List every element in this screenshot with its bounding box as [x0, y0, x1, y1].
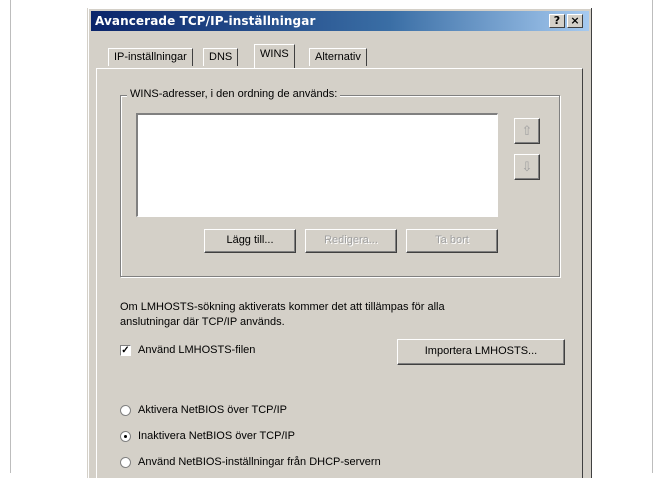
- radio-disable-netbios[interactable]: [120, 431, 131, 442]
- arrow-down-icon: ⇩: [521, 159, 533, 174]
- lmhosts-checkbox[interactable]: ✓: [120, 345, 131, 356]
- radio-dhcp-netbios[interactable]: [120, 457, 131, 468]
- checkmark-icon: ✓: [121, 345, 130, 356]
- tab-wins[interactable]: WINS: [254, 44, 295, 68]
- tab-label: WINS: [260, 48, 289, 60]
- tab-label: IP-inställningar: [114, 51, 187, 63]
- title-bar[interactable]: Avancerade TCP/IP-inställningar ? ×: [91, 11, 589, 31]
- window-title: Avancerade TCP/IP-inställningar: [95, 14, 316, 28]
- lmhosts-description-line1: Om LMHOSTS-sökning aktiverats kommer det…: [120, 301, 445, 313]
- arrow-up-icon: ⇧: [521, 123, 533, 138]
- add-button[interactable]: Lägg till...: [204, 229, 296, 253]
- help-icon: ?: [553, 14, 561, 27]
- radio-enable-netbios-label[interactable]: Aktivera NetBIOS över TCP/IP: [138, 404, 287, 416]
- import-lmhosts-label: Importera LMHOSTS...: [424, 345, 538, 357]
- help-button[interactable]: ?: [549, 14, 565, 28]
- tab-dns[interactable]: DNS: [203, 48, 239, 66]
- radio-disable-netbios-label[interactable]: Inaktivera NetBIOS över TCP/IP: [138, 430, 295, 442]
- close-button[interactable]: ×: [567, 14, 583, 28]
- tab-label: Alternativ: [315, 51, 361, 63]
- add-button-label: Lägg till...: [226, 234, 274, 246]
- remove-button-label: Ta bort: [435, 234, 469, 246]
- edit-button-label: Redigera...: [324, 234, 378, 246]
- edit-button[interactable]: Redigera...: [305, 229, 397, 253]
- lmhosts-checkbox-label[interactable]: Använd LMHOSTS-filen: [138, 344, 255, 356]
- move-down-button[interactable]: ⇩: [514, 154, 540, 180]
- close-icon: ×: [570, 14, 580, 27]
- radio-enable-netbios[interactable]: [120, 405, 131, 416]
- wins-group-label: WINS-adresser, i den ordning de används:: [127, 88, 341, 100]
- wins-address-list[interactable]: [136, 113, 498, 217]
- move-up-button[interactable]: ⇧: [514, 118, 540, 144]
- lmhosts-description-line2: anslutningar där TCP/IP används.: [120, 316, 285, 328]
- import-lmhosts-button[interactable]: Importera LMHOSTS...: [397, 339, 565, 365]
- tab-label: DNS: [209, 51, 233, 63]
- radio-dhcp-netbios-label[interactable]: Använd NetBIOS-inställningar från DHCP-s…: [138, 456, 381, 468]
- remove-button[interactable]: Ta bort: [406, 229, 498, 253]
- tab-ip-settings[interactable]: IP-inställningar: [108, 48, 193, 66]
- tab-alternatives[interactable]: Alternativ: [309, 48, 367, 66]
